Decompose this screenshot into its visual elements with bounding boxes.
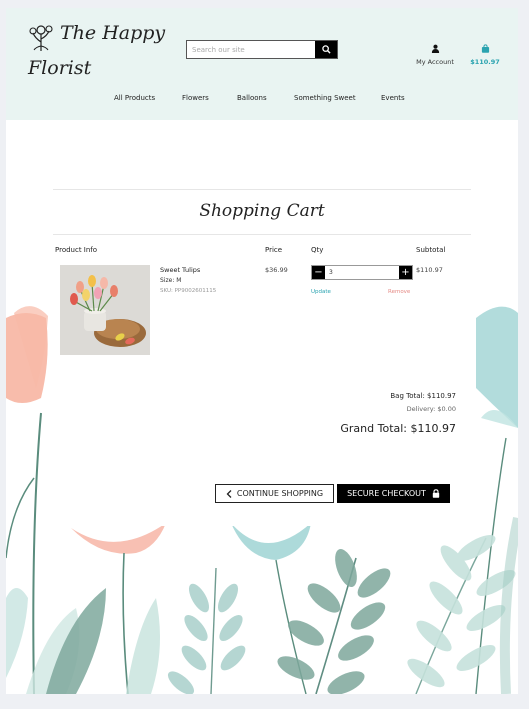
nav-all-products[interactable]: All Products xyxy=(114,94,155,102)
product-sku: SKU: PP9002601115 xyxy=(160,288,217,294)
delivery-cost: Delivery: $0.00 xyxy=(406,405,456,413)
shopping-cart-panel: Shopping Cart Product Info Price Qty Sub… xyxy=(53,181,471,526)
continue-shopping-label: CONTINUE SHOPPING xyxy=(236,489,324,498)
product-size-value: M xyxy=(176,277,182,284)
search-icon xyxy=(321,45,331,54)
my-account-label: My Account xyxy=(416,58,454,66)
site-header: The Happy Florist My Account $1 xyxy=(6,8,518,120)
column-header-product: Product Info xyxy=(55,246,98,254)
shopping-bag-icon xyxy=(481,44,489,53)
remove-link[interactable]: Remove xyxy=(388,289,410,295)
user-icon xyxy=(431,44,439,53)
nav-balloons[interactable]: Balloons xyxy=(237,94,267,102)
nav-events[interactable]: Events xyxy=(381,94,405,102)
logo-text-line2[interactable]: Florist xyxy=(28,57,91,79)
nav-flowers[interactable]: Flowers xyxy=(182,94,209,102)
cart-total: $110.97 xyxy=(470,58,500,66)
divider xyxy=(53,234,471,235)
plus-icon: + xyxy=(401,267,410,278)
column-header-qty: Qty xyxy=(311,246,324,254)
search-bar xyxy=(186,40,338,59)
update-link[interactable]: Update xyxy=(311,289,331,295)
item-subtotal: $110.97 xyxy=(416,266,443,274)
increment-button[interactable]: + xyxy=(399,266,412,279)
tulip-bouquet-image xyxy=(60,265,150,355)
product-size: Size: M xyxy=(160,277,181,284)
secure-checkout-button[interactable]: SECURE CHECKOUT xyxy=(337,484,450,503)
decrement-button[interactable]: − xyxy=(312,266,325,279)
quantity-input[interactable] xyxy=(327,266,397,279)
divider xyxy=(53,189,471,190)
flower-logo-icon xyxy=(29,25,53,51)
cart-link[interactable]: $110.97 xyxy=(469,38,501,66)
logo-text-line1[interactable]: The Happy xyxy=(60,22,165,44)
chevron-left-icon xyxy=(226,489,232,498)
product-name[interactable]: Sweet Tulips xyxy=(160,266,200,274)
quantity-stepper: − + xyxy=(311,265,413,280)
minus-icon: − xyxy=(314,267,323,278)
nav-something-sweet[interactable]: Something Sweet xyxy=(294,94,356,102)
lock-icon xyxy=(432,489,440,498)
my-account-link[interactable]: My Account xyxy=(410,38,460,66)
secure-checkout-label: SECURE CHECKOUT xyxy=(347,489,426,498)
product-price: $36.99 xyxy=(265,266,288,274)
continue-shopping-button[interactable]: CONTINUE SHOPPING xyxy=(215,484,334,503)
page: The Happy Florist My Account $1 xyxy=(6,8,518,694)
grand-total: Grand Total: $110.97 xyxy=(340,422,456,435)
column-header-subtotal: Subtotal xyxy=(416,246,446,254)
page-title: Shopping Cart xyxy=(199,201,325,221)
search-input[interactable] xyxy=(187,41,314,58)
product-size-label: Size: xyxy=(160,277,175,284)
search-button[interactable] xyxy=(315,41,337,58)
bag-total: Bag Total: $110.97 xyxy=(390,392,456,400)
column-header-price: Price xyxy=(265,246,283,254)
product-image[interactable] xyxy=(60,265,150,355)
